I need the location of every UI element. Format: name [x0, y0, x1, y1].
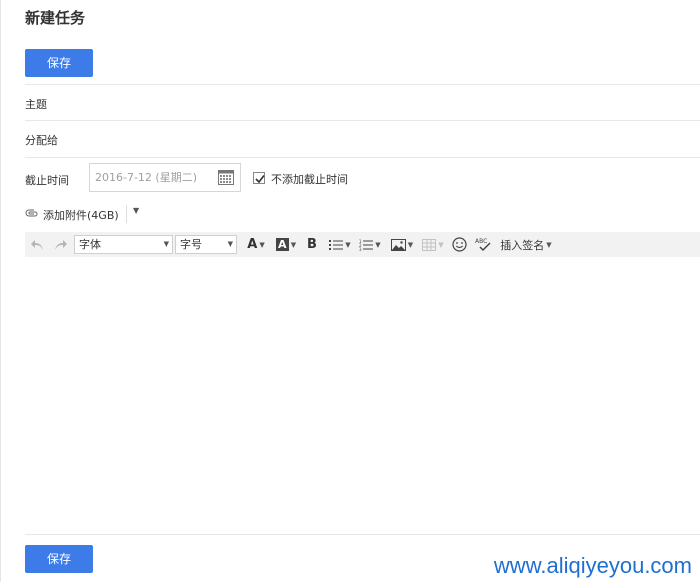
subject-row: 主题: [25, 84, 700, 121]
page-title: 新建任务: [25, 9, 86, 27]
font-family-select[interactable]: 字体 ▼: [74, 235, 173, 254]
svg-text:3: 3: [359, 247, 362, 251]
no-deadline-checkbox[interactable]: [253, 172, 265, 184]
attachment-divider: [126, 205, 127, 223]
editor-toolbar: 字体 ▼ 字号 ▼ A ▼ A ▼ B ▼ 1 2 3 ▼ ▼ ▼ ABC 插入签名 ▼: [25, 232, 700, 257]
assign-row: 分配给: [25, 121, 700, 158]
chevron-down-icon: ▼: [163, 240, 169, 248]
image-icon[interactable]: ▼: [389, 232, 415, 257]
deadline-label: 截止时间: [25, 174, 69, 187]
assign-input[interactable]: [85, 125, 700, 153]
redo-icon[interactable]: [53, 232, 69, 257]
emoji-icon[interactable]: [450, 232, 468, 257]
deadline-date-box[interactable]: [89, 163, 241, 192]
bold-icon[interactable]: B: [305, 232, 319, 257]
svg-text:ABC: ABC: [475, 238, 487, 245]
save-button-bottom[interactable]: 保存: [25, 545, 93, 573]
add-attachment-button[interactable]: 添加附件(4GB): [43, 207, 119, 223]
chevron-down-icon: ▼: [227, 240, 233, 248]
bullet-list-icon[interactable]: ▼: [327, 232, 353, 257]
numbered-list-icon[interactable]: 1 2 3 ▼: [357, 232, 383, 257]
subject-label: 主题: [25, 98, 47, 111]
font-size-select[interactable]: 字号 ▼: [175, 235, 237, 254]
font-family-value: 字体: [79, 238, 101, 251]
deadline-date-input[interactable]: [90, 164, 214, 191]
editor-body[interactable]: [25, 257, 700, 534]
insert-signature-button[interactable]: 插入签名 ▼: [498, 232, 554, 257]
left-border: [0, 0, 1, 582]
subject-input[interactable]: [85, 89, 700, 117]
table-icon[interactable]: ▼: [421, 232, 445, 257]
undo-icon[interactable]: [29, 232, 45, 257]
watermark: www.aliqiyeyou.com: [493, 553, 692, 578]
insert-signature-label: 插入签名: [500, 238, 545, 252]
no-deadline-label[interactable]: 不添加截止时间: [271, 171, 348, 187]
font-color-icon[interactable]: A ▼: [243, 232, 269, 257]
save-button-top[interactable]: 保存: [25, 49, 93, 77]
checkmark-icon: [255, 175, 265, 184]
highlight-icon[interactable]: A ▼: [273, 232, 299, 257]
paperclip-icon: [25, 209, 38, 217]
assign-label: 分配给: [25, 134, 58, 147]
spellcheck-icon[interactable]: ABC: [473, 232, 493, 257]
attachment-dropdown-icon[interactable]: ▼: [133, 206, 139, 215]
font-size-value: 字号: [180, 238, 202, 251]
bottom-divider: [25, 534, 700, 535]
calendar-icon[interactable]: [218, 170, 234, 185]
